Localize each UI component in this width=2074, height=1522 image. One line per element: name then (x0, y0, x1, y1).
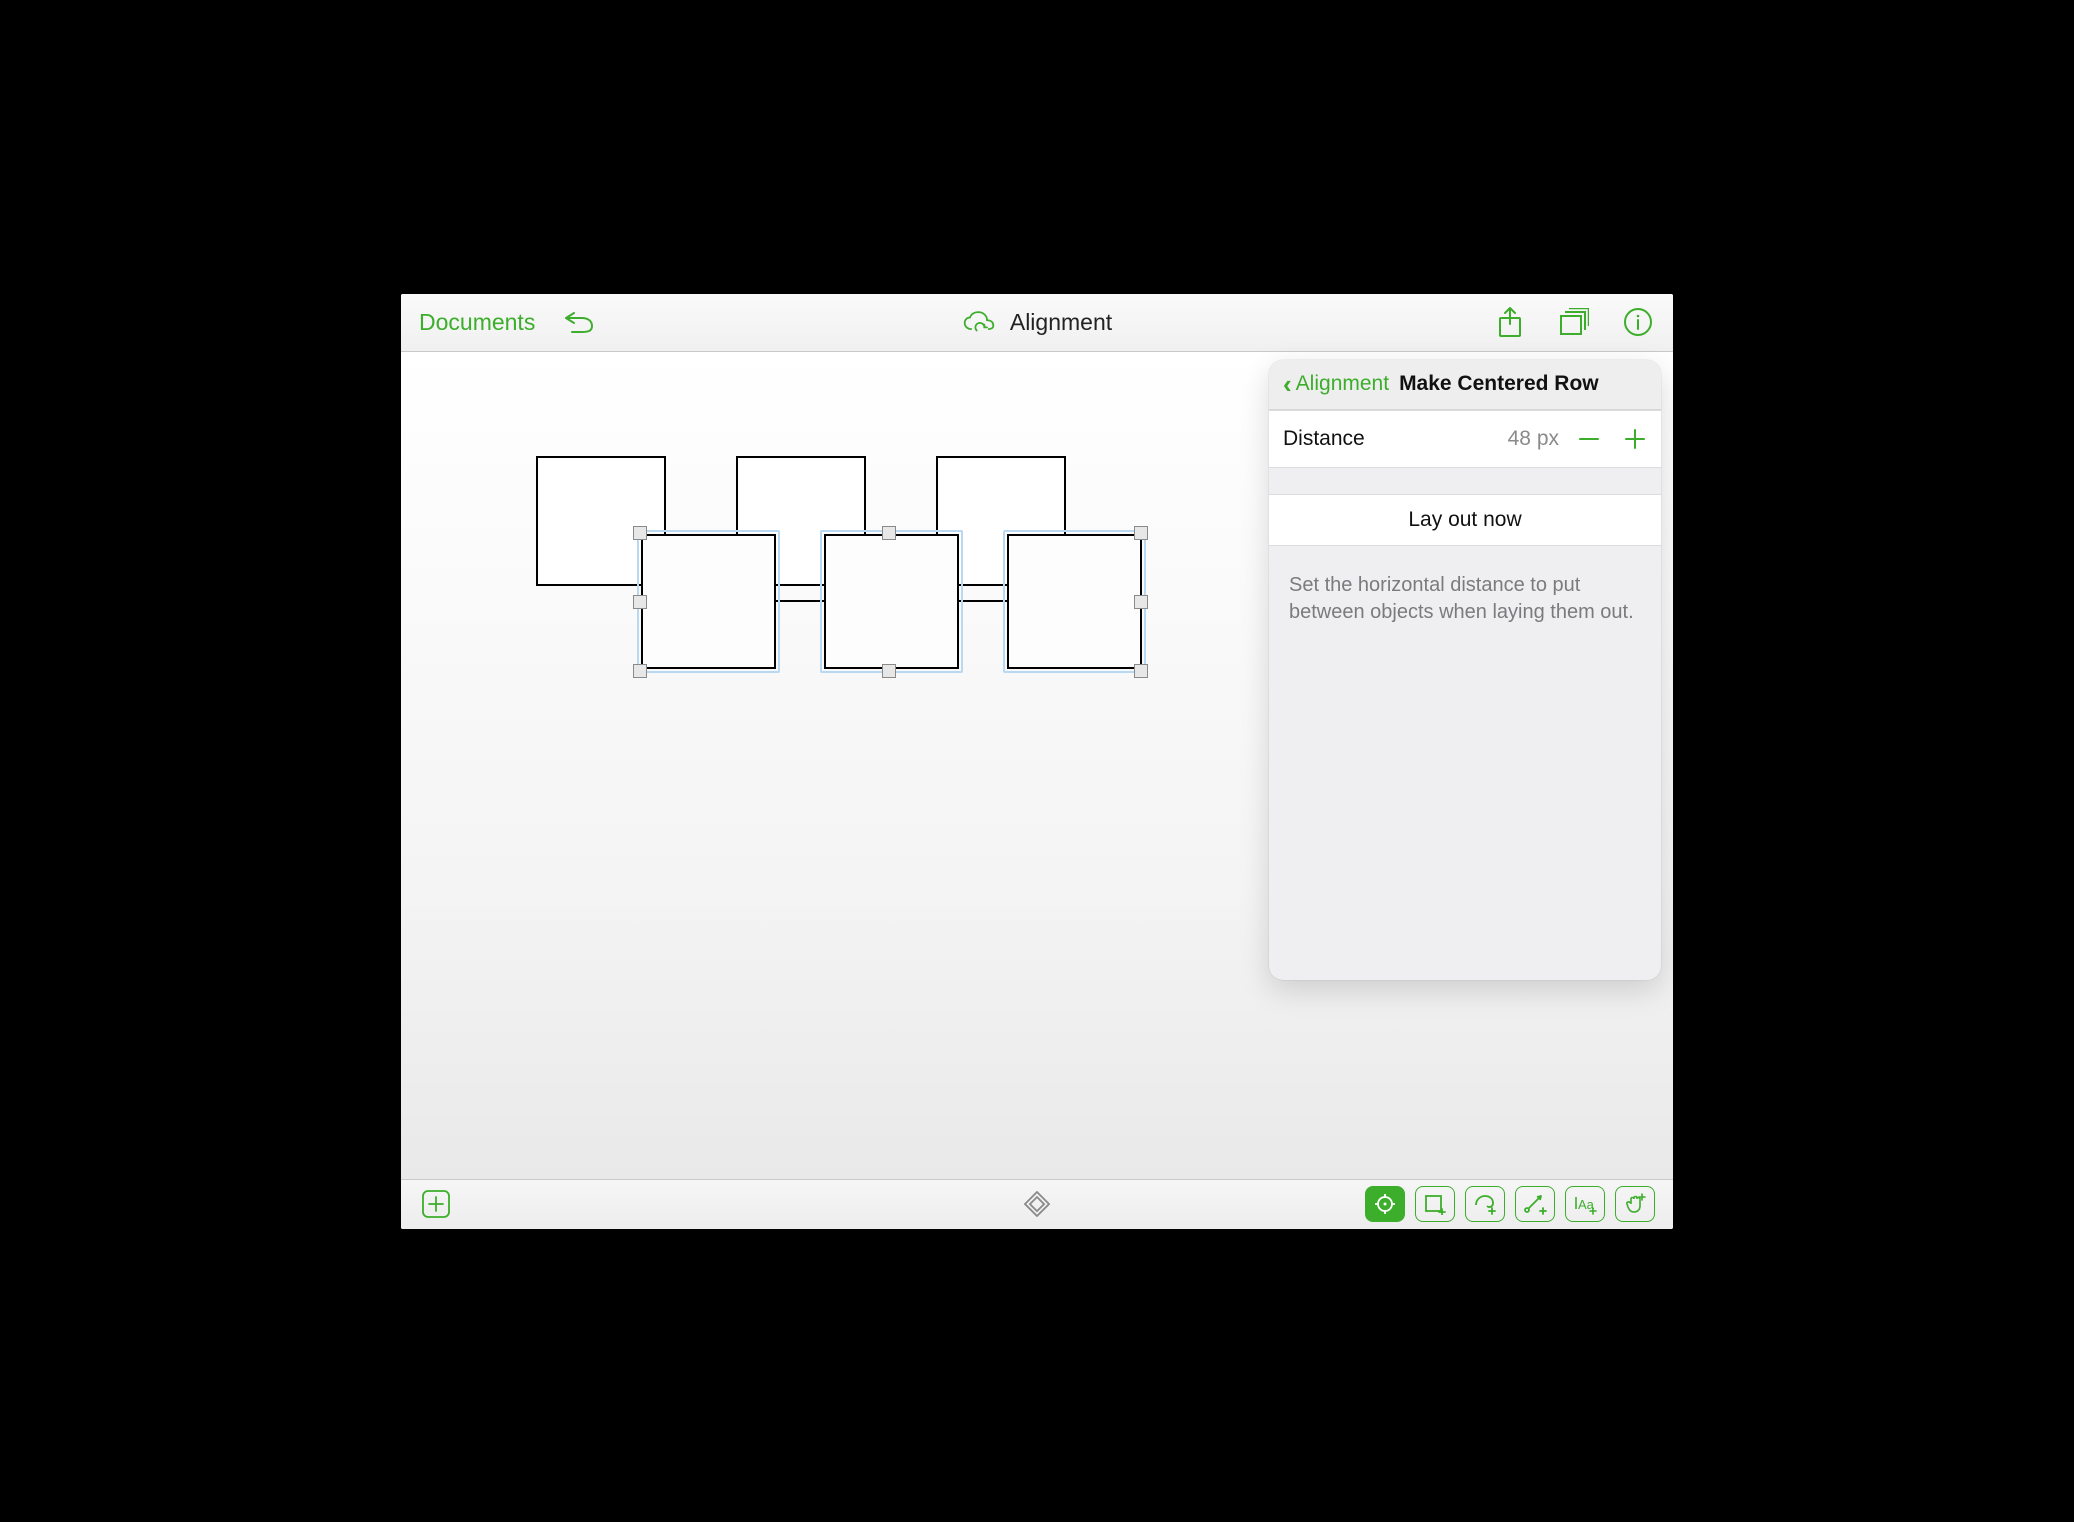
distance-increment-button[interactable] (1623, 427, 1647, 451)
back-chevron-icon[interactable]: ‹ (1283, 369, 1292, 400)
canvases-button[interactable] (1557, 305, 1591, 339)
bottom-toolbar: Aa (401, 1179, 1673, 1229)
shape-rect-selected[interactable] (641, 534, 776, 669)
text-plus-icon: Aa (1573, 1193, 1597, 1215)
undo-icon (562, 310, 594, 334)
selection-handle[interactable] (1134, 526, 1148, 540)
selection-handle[interactable] (1134, 595, 1148, 609)
selection-tool[interactable] (1365, 1186, 1405, 1222)
plus-icon (1623, 427, 1647, 451)
sync-button[interactable] (962, 305, 996, 339)
inspector-back-button[interactable]: Alignment (1296, 372, 1389, 396)
shape-rect-selected[interactable] (1007, 534, 1142, 669)
inspector-header: ‹ Alignment Make Centered Row (1269, 360, 1661, 410)
top-toolbar: Documents Alignment (401, 294, 1673, 352)
documents-button[interactable]: Documents (419, 309, 535, 336)
share-icon (1497, 306, 1523, 338)
distance-value: 48 px (1508, 427, 1559, 451)
minus-icon (1577, 427, 1601, 451)
freehand-tool[interactable] (1465, 1186, 1505, 1222)
selection-handle[interactable] (633, 526, 647, 540)
undo-button[interactable] (561, 305, 595, 339)
connector-line[interactable] (776, 600, 824, 602)
selection-handle[interactable] (633, 595, 647, 609)
cloud-sync-icon (962, 308, 996, 336)
document-title: Alignment (1010, 309, 1112, 336)
distance-label: Distance (1283, 427, 1365, 451)
inspector-panel: ‹ Alignment Make Centered Row Distance 4… (1269, 360, 1661, 980)
hand-plus-icon (1623, 1192, 1647, 1216)
stack-icon (1559, 308, 1589, 336)
line-tool[interactable] (1515, 1186, 1555, 1222)
shape-tool[interactable] (1415, 1186, 1455, 1222)
svg-text:Aa: Aa (1578, 1197, 1595, 1212)
plus-square-icon (421, 1189, 451, 1219)
diamond-icon (1024, 1191, 1050, 1217)
inspector-title: Make Centered Row (1399, 372, 1599, 396)
selection-handle[interactable] (1134, 664, 1148, 678)
selection-handle[interactable] (882, 664, 896, 678)
inspector-hint: Set the horizontal distance to put betwe… (1269, 546, 1661, 652)
distance-decrement-button[interactable] (1577, 427, 1601, 451)
selection-handle[interactable] (633, 664, 647, 678)
touch-tool[interactable] (1615, 1186, 1655, 1222)
distance-row: Distance 48 px (1269, 410, 1661, 468)
layout-now-label: Lay out now (1408, 508, 1521, 532)
navigate-button[interactable] (1020, 1187, 1054, 1221)
connector-line[interactable] (959, 600, 1007, 602)
info-icon (1623, 307, 1653, 337)
loop-plus-icon (1473, 1193, 1497, 1215)
layout-now-button[interactable]: Lay out now (1269, 494, 1661, 546)
add-button[interactable] (419, 1187, 453, 1221)
app-window: Documents Alignment (401, 294, 1673, 1229)
selection-handle[interactable] (882, 526, 896, 540)
rect-plus-icon (1424, 1193, 1446, 1215)
text-tool[interactable]: Aa (1565, 1186, 1605, 1222)
shape-rect-selected[interactable] (824, 534, 959, 669)
line-plus-icon (1523, 1193, 1547, 1215)
share-button[interactable] (1493, 305, 1527, 339)
info-button[interactable] (1621, 305, 1655, 339)
crosshair-icon (1374, 1193, 1396, 1215)
